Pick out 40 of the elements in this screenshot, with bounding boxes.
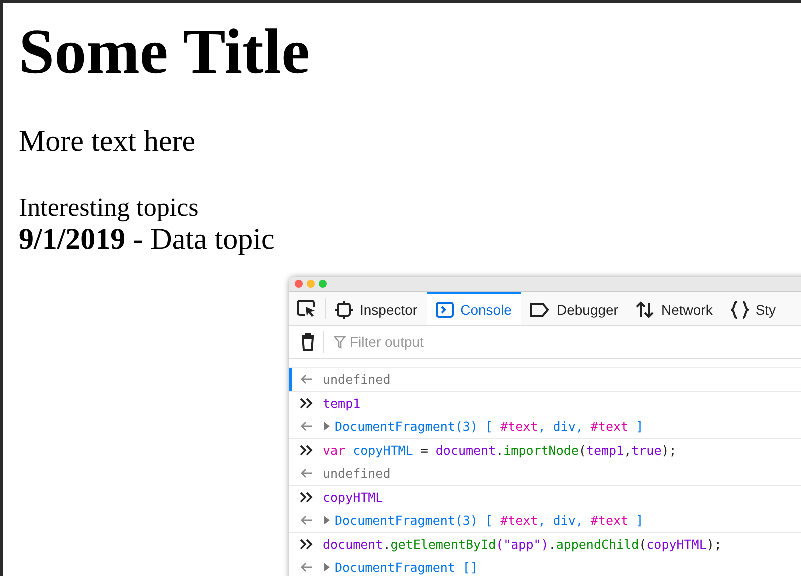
close-window-button[interactable]: [295, 280, 303, 288]
panel-tab[interactable]: Network: [627, 292, 722, 325]
console-command: document.getElementById("app").appendChild(copyHTML);: [323, 537, 722, 552]
console-command: var copyHTML = document.importNode(temp1,true);: [323, 443, 677, 458]
filter-icon: [334, 336, 346, 348]
up-down-arrows-icon: [636, 300, 654, 318]
expand-triangle-icon[interactable]: [323, 422, 331, 431]
body-text: More text here: [19, 125, 196, 160]
element-picker-icon[interactable]: [297, 300, 317, 318]
console-result: DocumentFragment []: [335, 560, 478, 575]
console-result: undefined: [323, 466, 391, 481]
result-arrow-icon: [300, 421, 313, 432]
panel-tab[interactable]: Inspector: [326, 292, 427, 325]
page-title: Some Title: [19, 17, 310, 88]
console-icon: [436, 300, 454, 318]
console-command: copyHTML: [323, 490, 384, 505]
console-command: temp1: [323, 396, 361, 411]
braces-icon: [730, 300, 749, 318]
tag-icon: [530, 302, 550, 318]
trash-icon[interactable]: [301, 333, 315, 351]
expand-triangle-icon[interactable]: [323, 516, 331, 525]
list-entry: 9/1/2019 - Data topic: [19, 223, 275, 256]
panel-tab[interactable]: Sty: [722, 292, 786, 325]
frame-icon: [335, 300, 353, 318]
filter-field[interactable]: Filter output: [350, 334, 620, 350]
input-chevron-icon: [300, 492, 313, 503]
result-arrow-icon: [300, 374, 313, 385]
console-result: DocumentFragment(3) [ #text, div, #text ]: [335, 419, 644, 434]
expand-triangle-icon[interactable]: [323, 563, 331, 572]
result-arrow-icon: [300, 468, 313, 479]
result-arrow-icon: [300, 562, 313, 573]
panel-tab[interactable]: Console: [426, 292, 521, 325]
result-arrow-icon: [300, 515, 313, 526]
console-result: DocumentFragment(3) [ #text, div, #text ]: [335, 513, 644, 528]
console-result: undefined: [323, 372, 391, 387]
input-chevron-icon: [300, 539, 313, 550]
panel-tab[interactable]: Debugger: [520, 292, 628, 325]
input-chevron-icon: [300, 445, 313, 456]
input-chevron-icon: [300, 398, 313, 409]
list-heading: Interesting topics: [19, 193, 199, 222]
